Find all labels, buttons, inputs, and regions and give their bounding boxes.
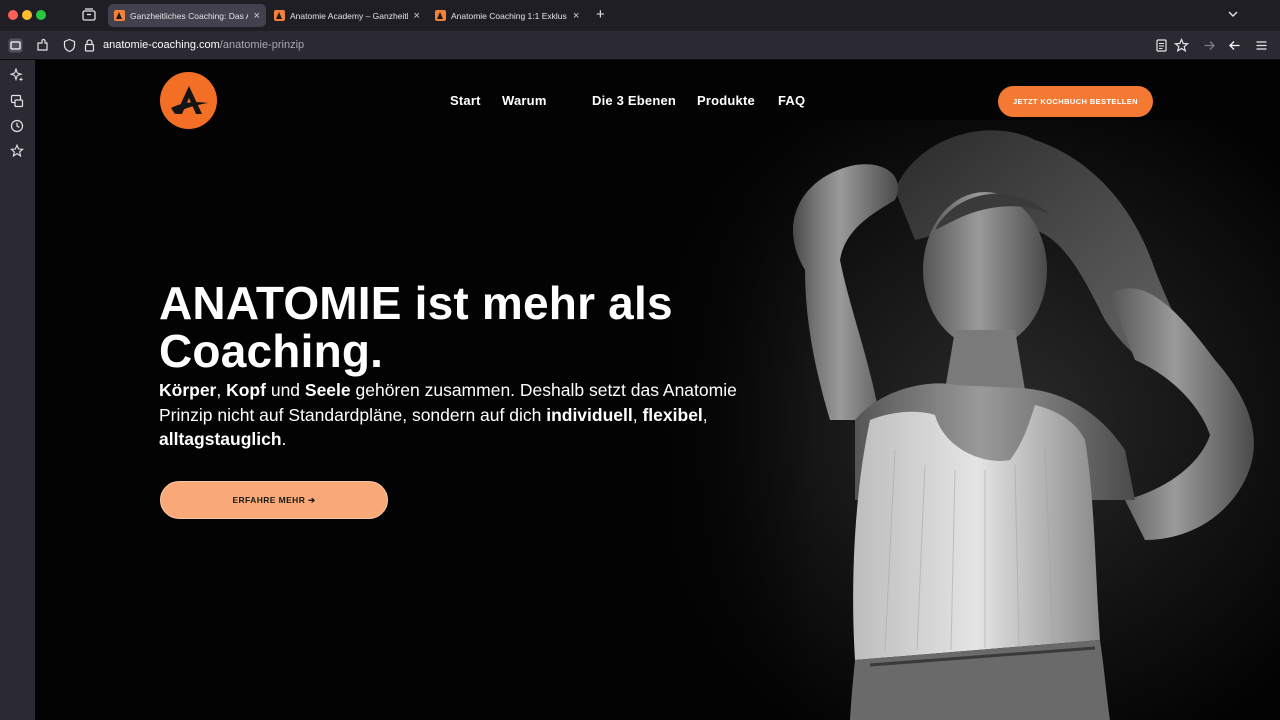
nav-link-faq[interactable]: FAQ xyxy=(778,93,805,108)
hero-headline-line-1: ANATOMIE ist mehr als xyxy=(159,277,673,329)
lead-keyword: alltagstauglich xyxy=(159,429,282,449)
menu-icon[interactable] xyxy=(1254,38,1269,53)
back-arrow-icon[interactable] xyxy=(1227,38,1242,53)
lead-keyword: individuell xyxy=(546,404,633,425)
order-cookbook-button[interactable]: JETZT KOCHBUCH BESTELLEN xyxy=(998,86,1153,117)
url-host: anatomie-coaching.com xyxy=(103,39,220,51)
browser-sidebar xyxy=(0,60,35,720)
reader-view-icon[interactable] xyxy=(1154,38,1169,53)
extensions-icon[interactable] xyxy=(35,38,50,53)
ai-sparkle-icon[interactable] xyxy=(10,68,24,82)
tab-title: Ganzheitliches Coaching: Das Anatomie Pr… xyxy=(130,10,248,21)
nav-link-die-3-ebenen[interactable]: Die 3 Ebenen xyxy=(592,93,676,108)
hero-lead-text: Körper, Kopf und Seele gehören zusammen.… xyxy=(159,378,749,452)
synced-tabs-icon[interactable] xyxy=(10,94,24,108)
site-logo[interactable] xyxy=(160,72,217,129)
sidebar-toggle-icon[interactable] xyxy=(8,38,23,53)
chevron-down-icon[interactable] xyxy=(1227,9,1239,19)
tab-close-icon[interactable]: × xyxy=(253,10,260,22)
lead-keyword: Kopf xyxy=(226,380,266,400)
tab-overview-icon[interactable] xyxy=(82,8,96,21)
hero-headline: ANATOMIE ist mehr als Coaching. xyxy=(159,279,759,375)
anatomie-logo-icon xyxy=(171,86,208,114)
history-clock-icon[interactable] xyxy=(10,119,24,133)
shield-icon[interactable] xyxy=(62,38,77,53)
lead-text: , xyxy=(702,404,708,425)
tab-title: Anatomie Coaching 1:1 Exklusiv xyxy=(451,10,567,21)
lead-keyword: flexibel xyxy=(642,404,703,425)
url-field[interactable]: anatomie-coaching.com/anatomie-prinzip xyxy=(103,39,304,51)
lead-text: , xyxy=(216,380,227,400)
lead-text: . xyxy=(281,429,287,449)
window-minimize-button[interactable] xyxy=(22,10,32,20)
site-favicon-icon xyxy=(435,10,446,21)
nav-link-produkte[interactable]: Produkte xyxy=(697,93,755,108)
nav-link-warum[interactable]: Warum xyxy=(502,93,547,108)
window-close-button[interactable] xyxy=(8,10,18,20)
lead-text: und xyxy=(265,380,305,400)
browser-tab-bar: Ganzheitliches Coaching: Das Anatomie Pr… xyxy=(0,0,1280,31)
lead-keyword: Seele xyxy=(304,380,351,400)
window-zoom-button[interactable] xyxy=(36,10,46,20)
hero-headline-line-2: Coaching. xyxy=(159,325,384,377)
web-page: Start Warum Die 3 Ebenen Produkte FAQ JE… xyxy=(35,60,1280,720)
forward-arrow-icon[interactable] xyxy=(1202,38,1217,53)
lock-icon[interactable] xyxy=(82,38,97,53)
tab-anatomie-academy[interactable]: Anatomie Academy – Ganzheitliches Coachi… xyxy=(268,4,426,27)
tab-anatomie-coaching-exklusiv[interactable]: Anatomie Coaching 1:1 Exklusiv × xyxy=(429,4,587,27)
site-favicon-icon xyxy=(114,10,125,21)
tab-close-icon[interactable]: × xyxy=(572,10,581,22)
site-favicon-icon xyxy=(274,10,285,21)
learn-more-button[interactable]: ERFAHRE MEHR ➔ xyxy=(160,481,388,519)
url-path: /anatomie-prinzip xyxy=(219,39,305,51)
bookmark-star-icon[interactable] xyxy=(1174,38,1189,53)
new-tab-button[interactable]: + xyxy=(596,7,605,22)
tab-title: Anatomie Academy – Ganzheitliches Coachi… xyxy=(290,10,408,21)
nav-link-start[interactable]: Start xyxy=(450,93,481,108)
bookmarks-star-icon[interactable] xyxy=(10,144,24,158)
lead-keyword: Körper xyxy=(159,380,217,400)
tab-anatomie-prinzip[interactable]: Ganzheitliches Coaching: Das Anatomie Pr… xyxy=(108,4,266,27)
tab-close-icon[interactable]: × xyxy=(413,10,420,22)
